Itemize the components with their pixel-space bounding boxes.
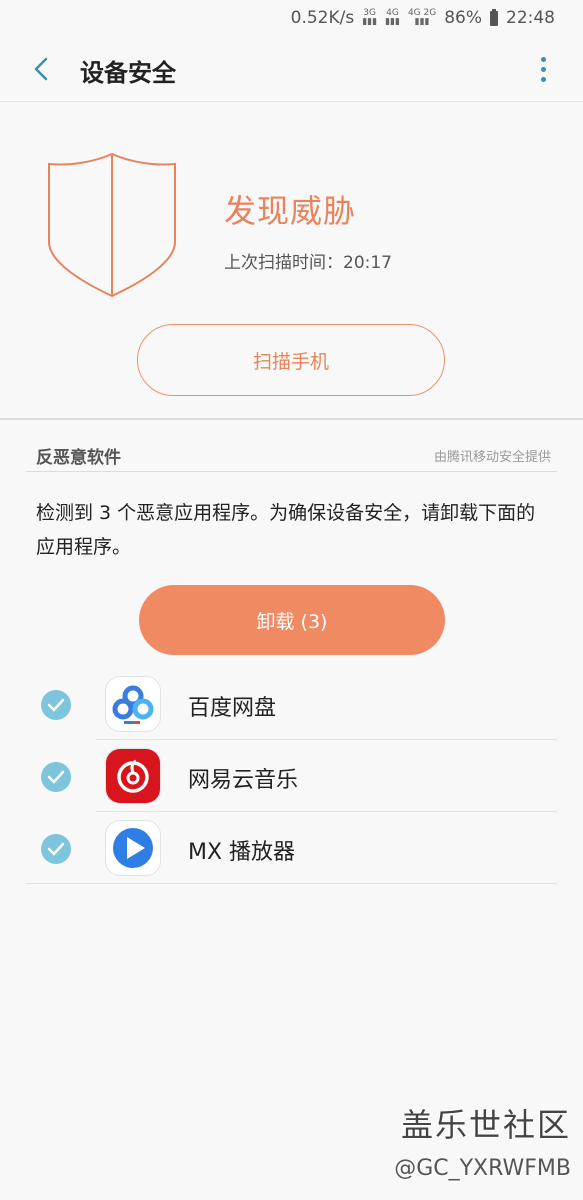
netease-music-icon bbox=[106, 749, 160, 803]
malware-message: 检测到 3 个恶意应用程序。为确保设备安全，请卸载下面的应用程序。 bbox=[36, 502, 536, 558]
shield-icon bbox=[48, 152, 176, 298]
back-button[interactable] bbox=[24, 52, 58, 86]
battery-level: 86% bbox=[444, 8, 482, 28]
more-dot-icon bbox=[540, 56, 546, 62]
checkbox-checked-icon[interactable] bbox=[41, 690, 71, 720]
mx-player-icon bbox=[106, 821, 160, 875]
chevron-left-icon bbox=[34, 57, 48, 81]
community-watermark: 盖乐世社区 @GC_YXRWFMB bbox=[394, 1100, 571, 1181]
threat-status-title: 发现威胁 bbox=[224, 192, 357, 230]
scan-phone-button[interactable]: 扫描手机 bbox=[137, 324, 445, 396]
baidu-netdisk-icon bbox=[106, 677, 160, 731]
clock: 22:48 bbox=[506, 8, 555, 28]
section-provider: 由腾讯移动安全提供 bbox=[433, 450, 551, 465]
signal-4g-icon: 4G ▮▮▮ bbox=[385, 8, 400, 27]
checkbox-checked-icon[interactable] bbox=[41, 762, 71, 792]
uninstall-button[interactable]: 卸载 (3) bbox=[139, 585, 445, 655]
section-title: 反恶意软件 bbox=[36, 448, 121, 468]
watermark-user: @GC_YXRWFMB bbox=[394, 1156, 571, 1181]
more-dot-icon bbox=[540, 66, 546, 72]
signal-3g-icon: 3G ▮▮▮ bbox=[362, 8, 378, 27]
app-name: 网易云音乐 bbox=[188, 768, 299, 793]
battery-icon bbox=[490, 8, 498, 26]
list-item[interactable]: MX 播放器 bbox=[26, 812, 557, 884]
section-divider bbox=[0, 418, 583, 420]
more-options-button[interactable] bbox=[533, 54, 553, 84]
network-speed: 0.52K/s bbox=[290, 8, 355, 28]
checkbox-checked-icon[interactable] bbox=[41, 834, 71, 864]
app-name: 百度网盘 bbox=[188, 696, 277, 721]
status-bar: 0.52K/s 3G ▮▮▮ 4G ▮▮▮ 4G 2G ▮▮▮ 86% 22:48 bbox=[0, 0, 583, 36]
anti-malware-section-header: 反恶意软件 由腾讯移动安全提供 bbox=[26, 434, 557, 472]
more-dot-icon bbox=[540, 76, 546, 82]
list-item[interactable]: 百度网盘 bbox=[26, 668, 557, 740]
signal-4g-2g-icon: 4G 2G ▮▮▮ bbox=[407, 8, 437, 27]
page-title: 设备安全 bbox=[80, 59, 176, 87]
list-item[interactable]: 网易云音乐 bbox=[26, 740, 557, 812]
app-name: MX 播放器 bbox=[188, 840, 296, 865]
watermark-brand: 盖乐世社区 bbox=[400, 1106, 571, 1144]
malware-app-list: 百度网盘 网易云音乐 MX 播放器 bbox=[26, 668, 557, 884]
app-header: 设备安全 bbox=[0, 36, 583, 102]
last-scan-time: 上次扫描时间：20:17 bbox=[224, 253, 392, 273]
